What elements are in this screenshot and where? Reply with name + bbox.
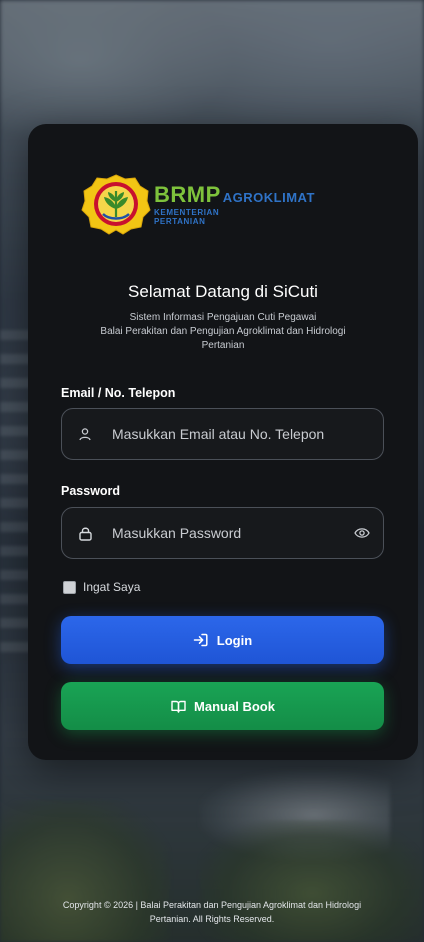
password-label: Password: [61, 484, 121, 498]
login-page: BRMP AGROKLIMAT KEMENTERIAN PERTANIAN Se…: [0, 0, 424, 942]
ministry-line-2: PERTANIAN: [154, 217, 206, 226]
lock-icon: [76, 524, 94, 542]
password-field-wrapper: [61, 507, 384, 559]
login-icon: [193, 632, 209, 648]
footer-line-2: Pertanian. All Rights Reserved.: [149, 914, 275, 924]
email-field-wrapper: [61, 408, 384, 460]
brand-logo: BRMP AGROKLIMAT KEMENTERIAN PERTANIAN: [80, 172, 315, 236]
remember-checkbox[interactable]: [63, 580, 76, 594]
email-input[interactable]: [110, 425, 344, 443]
footer-copyright: Copyright © 2026 | Balai Perakitan dan P…: [10, 898, 414, 926]
password-input[interactable]: [110, 524, 344, 542]
login-button[interactable]: Login: [61, 616, 384, 664]
footer-line-1: Copyright © 2026 | Balai Perakitan dan P…: [62, 900, 362, 910]
eye-icon[interactable]: [353, 524, 371, 542]
brand-suffix: AGROKLIMAT: [222, 190, 315, 205]
manual-book-button[interactable]: Manual Book: [61, 682, 384, 730]
page-subtitle: Sistem Informasi Pengajuan Cuti Pegawai …: [58, 311, 388, 353]
ministry-line-1: KEMENTERIAN: [154, 208, 220, 217]
login-card: BRMP AGROKLIMAT KEMENTERIAN PERTANIAN Se…: [28, 124, 418, 760]
subtitle-line-1: Sistem Informasi Pengajuan Cuti Pegawai: [129, 312, 317, 323]
manual-book-label: Manual Book: [194, 698, 275, 714]
user-icon: [76, 425, 94, 443]
brand-name: BRMP: [154, 182, 221, 207]
login-label: Login: [216, 632, 253, 648]
remember-label: Ingat Saya: [83, 580, 141, 594]
book-open-icon: [170, 698, 186, 714]
subtitle-line-3: Pertanian: [201, 340, 245, 351]
remember-me[interactable]: Ingat Saya: [63, 580, 140, 594]
email-label: Email / No. Telepon: [61, 386, 176, 400]
ministry-emblem-icon: [80, 172, 152, 236]
subtitle-line-2: Balai Perakitan dan Pengujian Agroklimat…: [100, 326, 346, 337]
page-title: Selamat Datang di SiCuti: [128, 282, 318, 301]
